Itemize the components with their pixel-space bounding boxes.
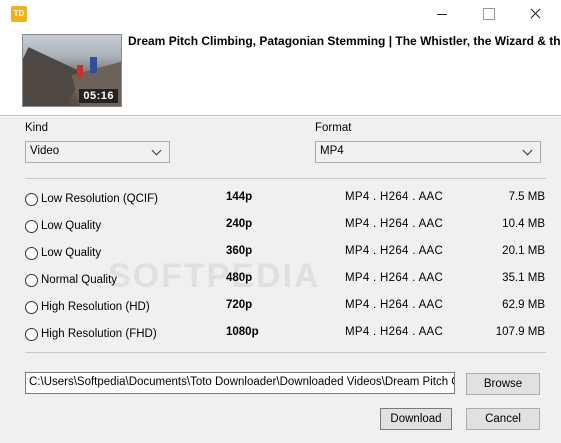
- quality-option[interactable]: Low Resolution (QCIF) 144p MP4 . H264 . …: [25, 190, 550, 208]
- quality-label: High Resolution (HD): [41, 301, 150, 313]
- radio-button[interactable]: [25, 328, 38, 341]
- quality-option[interactable]: Low Quality 240p MP4 . H264 . AAC 10.4 M…: [25, 217, 550, 235]
- quality-format: MP4 . H264 . AAC: [345, 272, 444, 284]
- format-select[interactable]: MP4: [315, 141, 541, 163]
- video-title: Dream Pitch Climbing, Patagonian Stemmin…: [128, 34, 561, 48]
- quality-size: 107.9 MB: [495, 326, 545, 338]
- divider: [25, 178, 546, 179]
- quality-label: Low Quality: [41, 220, 102, 232]
- radio-button[interactable]: [25, 193, 38, 206]
- quality-format: MP4 . H264 . AAC: [345, 245, 444, 257]
- quality-label: Low Resolution (QCIF): [41, 193, 158, 205]
- maximize-icon[interactable]: [479, 4, 499, 24]
- quality-format: MP4 . H264 . AAC: [345, 218, 444, 230]
- radio-button[interactable]: [25, 274, 38, 287]
- minimize-icon[interactable]: [433, 4, 453, 24]
- radio-button[interactable]: [25, 301, 38, 314]
- download-button[interactable]: Download: [380, 408, 452, 430]
- quality-label: High Resolution (FHD): [41, 328, 157, 340]
- quality-label: Low Quality: [41, 247, 102, 259]
- divider: [25, 352, 546, 353]
- cancel-button[interactable]: Cancel: [466, 408, 540, 430]
- quality-resolution: 360p: [226, 245, 253, 257]
- quality-size: 35.1 MB: [502, 272, 545, 284]
- close-icon[interactable]: [526, 4, 546, 24]
- main-panel: SOFTPEDIA Kind Video Format MP4 Low Reso…: [0, 117, 561, 443]
- quality-resolution: 720p: [226, 299, 253, 311]
- quality-label: Normal Quality: [41, 274, 118, 286]
- quality-size: 20.1 MB: [502, 245, 545, 257]
- chevron-down-icon: [521, 145, 535, 159]
- quality-format: MP4 . H264 . AAC: [345, 326, 444, 338]
- chevron-down-icon: [150, 145, 164, 159]
- video-thumbnail: 05:16: [22, 34, 122, 107]
- app-icon: TD: [11, 6, 27, 22]
- video-header: 05:16 Dream Pitch Climbing, Patagonian S…: [0, 28, 561, 116]
- quality-option[interactable]: High Resolution (FHD) 1080p MP4 . H264 .…: [25, 325, 550, 343]
- quality-format: MP4 . H264 . AAC: [345, 191, 444, 203]
- radio-button[interactable]: [25, 220, 38, 233]
- quality-resolution: 1080p: [226, 326, 259, 338]
- quality-resolution: 144p: [226, 191, 253, 203]
- format-select-value: MP4: [320, 145, 344, 157]
- video-duration: 05:16: [79, 89, 118, 103]
- quality-option[interactable]: Normal Quality 480p MP4 . H264 . AAC 35.…: [25, 271, 550, 289]
- kind-select-value: Video: [30, 145, 60, 157]
- quality-format: MP4 . H264 . AAC: [345, 299, 444, 311]
- kind-label: Kind: [25, 122, 49, 134]
- kind-select[interactable]: Video: [25, 141, 170, 163]
- quality-resolution: 480p: [226, 272, 253, 284]
- quality-resolution: 240p: [226, 218, 253, 230]
- radio-button[interactable]: [25, 247, 38, 260]
- quality-option[interactable]: High Resolution (HD) 720p MP4 . H264 . A…: [25, 298, 550, 316]
- format-label: Format: [315, 122, 352, 134]
- quality-size: 10.4 MB: [502, 218, 545, 230]
- output-path-input[interactable]: C:\Users\Softpedia\Documents\Toto Downlo…: [25, 372, 455, 394]
- title-bar: TD: [0, 0, 561, 28]
- quality-option[interactable]: Low Quality 360p MP4 . H264 . AAC 20.1 M…: [25, 244, 550, 262]
- quality-size: 7.5 MB: [508, 191, 545, 203]
- browse-button[interactable]: Browse: [466, 373, 540, 395]
- quality-size: 62.9 MB: [502, 299, 545, 311]
